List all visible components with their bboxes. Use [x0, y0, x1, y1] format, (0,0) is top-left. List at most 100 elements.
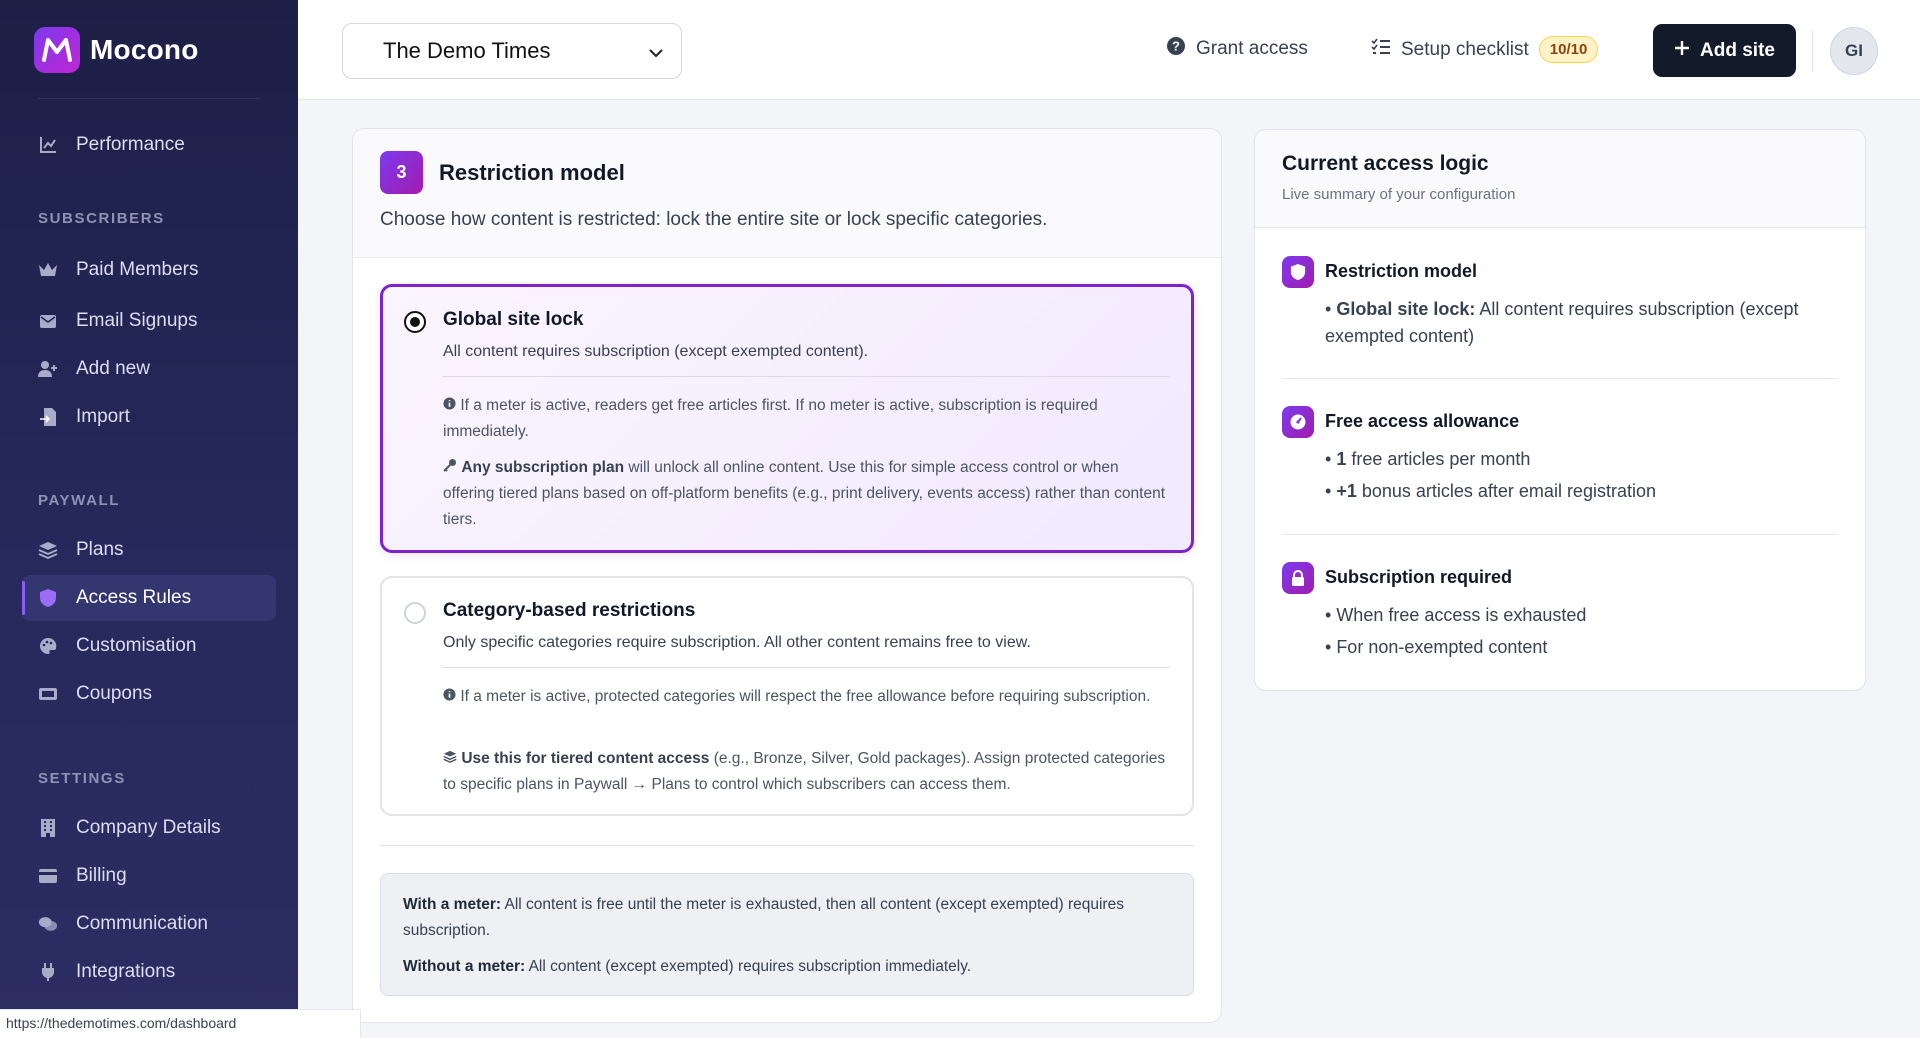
sidebar-item-company-details[interactable]: Company Details [22, 805, 276, 851]
file-import-icon [38, 407, 58, 427]
sidebar: Mocono Performance SUBSCRIBERS Paid Memb… [0, 0, 298, 1038]
access-logic-panel: Current access logic Live summary of you… [1254, 129, 1866, 691]
plug-icon [38, 962, 58, 982]
layers-icon [443, 750, 457, 767]
sidebar-item-label: Import [76, 406, 130, 427]
option-divider [443, 376, 1169, 377]
option-title: Category-based restrictions [443, 600, 696, 621]
info-text: All content is free until the meter is e… [403, 896, 1124, 939]
sidebar-item-label: Access Rules [76, 587, 192, 608]
list-item-text: For non-exempted content [1336, 637, 1548, 657]
sidebar-item-label: Company Details [76, 817, 221, 838]
sidebar-item-import[interactable]: Import [22, 394, 276, 440]
sidebar-item-label: Paid Members [76, 259, 199, 280]
shield-icon [38, 588, 58, 608]
sidebar-item-label: Coupons [76, 683, 153, 704]
layers-icon [38, 540, 58, 560]
sidebar-item-label: Performance [76, 134, 185, 155]
app-logo[interactable]: Mocono [34, 27, 199, 73]
list-check-icon [1371, 38, 1391, 62]
logic-section-title: Restriction model [1325, 261, 1478, 281]
info-circle-icon [443, 688, 456, 705]
sidebar-section-settings: SETTINGS [38, 770, 126, 787]
sidebar-item-plans[interactable]: Plans [22, 527, 276, 573]
status-bar-url: https://thedemotimes.com/dashboard [0, 1009, 361, 1038]
sidebar-item-label: Add new [76, 358, 150, 379]
list-item: • Global site lock: All content requires… [1325, 299, 1799, 346]
add-site-button[interactable]: Add site [1653, 24, 1796, 77]
sidebar-item-label: Plans [76, 539, 124, 560]
list-item-text: free articles per month [1346, 449, 1531, 469]
sidebar-item-billing[interactable]: Billing [22, 853, 276, 899]
list-item-bold: +1 [1336, 481, 1357, 501]
list-item-bold: 1 [1336, 449, 1347, 469]
site-select[interactable]: The Demo Times [342, 23, 682, 79]
radio-global-site-lock[interactable] [404, 311, 426, 333]
building-icon [38, 818, 58, 838]
sidebar-item-performance[interactable]: Performance [22, 122, 276, 168]
sidebar-item-coupons[interactable]: Coupons [22, 671, 276, 717]
sidebar-item-customisation[interactable]: Customisation [22, 623, 276, 669]
sidebar-item-label: Communication [76, 913, 208, 934]
sidebar-item-label: Integrations [76, 961, 176, 982]
checklist-count-badge: 10/10 [1538, 36, 1599, 63]
sidebar-item-label: Billing [76, 865, 127, 886]
header-divider [1812, 30, 1813, 72]
info-text: All content (except exempted) requires s… [525, 958, 972, 975]
note-bold-text: Use this for tiered content access [461, 750, 710, 767]
envelope-icon [38, 311, 58, 331]
sidebar-item-communication[interactable]: Communication [22, 901, 276, 947]
logic-divider [1282, 378, 1838, 379]
credit-card-icon [38, 866, 58, 886]
panel-header: Current access logic Live summary of you… [1255, 130, 1865, 228]
key-icon [443, 459, 457, 476]
logic-free-allowance: Free access allowance • 1 free articles … [1282, 406, 1838, 526]
site-select-value: The Demo Times [383, 38, 551, 63]
logic-list: • When free access is exhausted • For no… [1325, 602, 1586, 666]
radio-category-based[interactable] [404, 602, 426, 624]
sidebar-item-integrations[interactable]: Integrations [22, 949, 276, 995]
chart-line-icon [38, 135, 58, 155]
ticket-icon [38, 684, 58, 704]
option-global-site-lock[interactable]: Global site lock All content requires su… [380, 284, 1194, 553]
list-item: • 1 free articles per month [1325, 449, 1531, 469]
add-site-label: Add site [1700, 39, 1775, 61]
app-name: Mocono [90, 34, 199, 65]
sidebar-item-access-rules[interactable]: Access Rules [22, 575, 276, 621]
sidebar-item-add-new[interactable]: Add new [22, 346, 276, 392]
logic-section-title: Free access allowance [1325, 411, 1520, 431]
logic-subscription-required: Subscription required • When free access… [1282, 562, 1838, 682]
meter-info-box: With a meter: All content is free until … [380, 873, 1194, 996]
logo-mark-icon [34, 27, 80, 73]
sidebar-item-label: Customisation [76, 635, 197, 656]
option-category-based[interactable]: Category-based restrictions Only specifi… [380, 576, 1194, 816]
note-text: If a meter is active, protected categori… [460, 688, 1151, 705]
option-subtitle: Only specific categories require subscri… [443, 634, 1031, 651]
panel-title: Current access logic [1282, 152, 1489, 175]
option-note-plan: Any subscription plan will unlock all on… [443, 455, 1169, 533]
sidebar-item-label: Email Signups [76, 310, 198, 331]
shield-icon [1282, 256, 1314, 288]
panel-subtitle: Live summary of your configuration [1282, 186, 1516, 203]
avatar[interactable]: GI [1830, 27, 1878, 75]
step-number-badge: 3 [380, 151, 423, 194]
info-bold-label: With a meter: [403, 896, 502, 913]
sidebar-section-subscribers: SUBSCRIBERS [38, 210, 165, 227]
list-item: • +1 bonus articles after email registra… [1325, 481, 1656, 501]
meter-info-without: Without a meter: All content (except exe… [403, 954, 1171, 980]
option-note-meter: If a meter is active, readers get free a… [443, 393, 1169, 445]
user-plus-icon [38, 359, 58, 379]
svg-text:?: ? [1172, 39, 1180, 54]
question-circle-icon: ? [1166, 36, 1186, 62]
note-bold-text: Any subscription plan [461, 459, 625, 476]
logic-list: • Global site lock: All content requires… [1325, 296, 1838, 355]
sidebar-item-email-signups[interactable]: Email Signups [22, 298, 276, 344]
palette-icon [38, 636, 58, 656]
meter-info-with: With a meter: All content is free until … [403, 892, 1171, 944]
option-note-tiered: Use this for tiered content access (e.g.… [443, 746, 1170, 798]
grant-access-button[interactable]: ? Grant access [1166, 36, 1308, 62]
list-item-text: When free access is exhausted [1336, 605, 1587, 625]
crown-icon [38, 260, 58, 280]
sidebar-item-paid-members[interactable]: Paid Members [22, 247, 276, 293]
setup-checklist-button[interactable]: Setup checklist 10/10 [1371, 36, 1599, 63]
